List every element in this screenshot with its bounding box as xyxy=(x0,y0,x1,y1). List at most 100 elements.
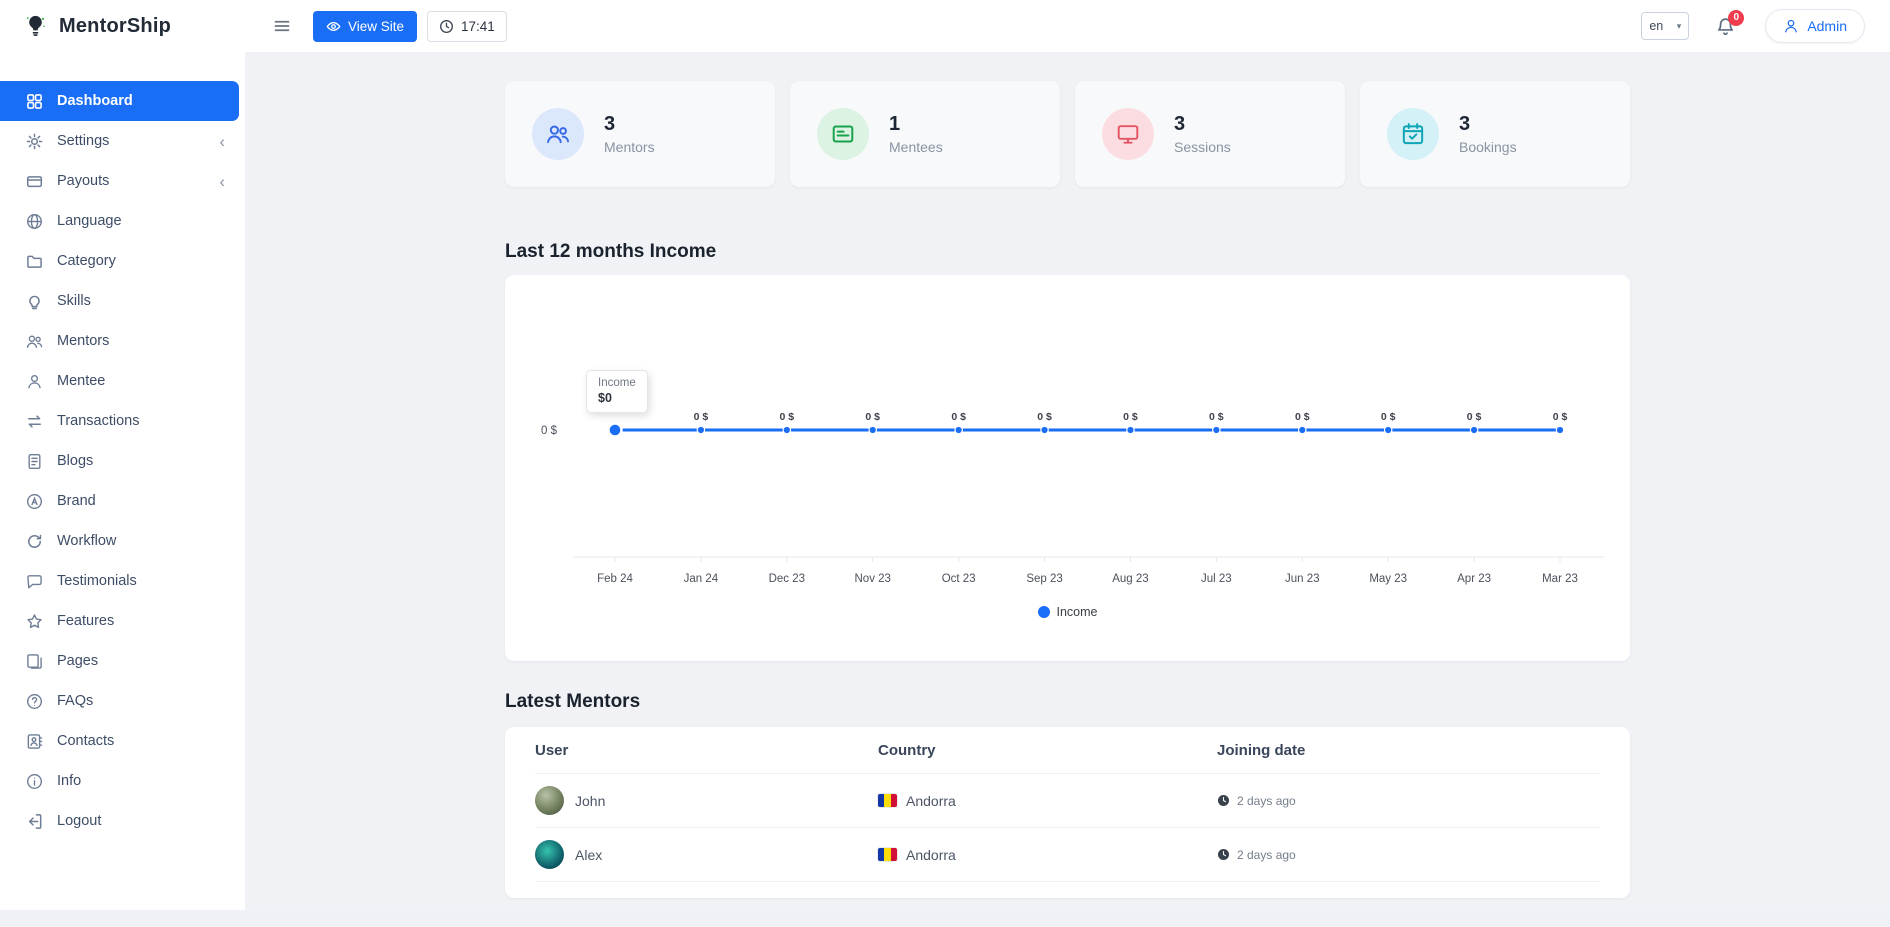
latest-mentors-card: UserCountryJoining date JohnAndorra2 day… xyxy=(505,727,1630,898)
sidebar-item-label: Language xyxy=(57,213,122,229)
topbar-main: View Site 17:41 en ▾ 0 Admin xyxy=(245,0,1890,53)
sidebar-item-label: Transactions xyxy=(57,413,139,429)
folder-icon xyxy=(26,253,43,270)
sidebar-item-mentee[interactable]: Mentee xyxy=(0,361,245,401)
contact-icon xyxy=(26,733,43,750)
stat-value: 3 xyxy=(1459,113,1517,136)
monitor-icon xyxy=(1102,108,1154,160)
svg-text:0 $: 0 $ xyxy=(951,411,966,423)
joining-date: 2 days ago xyxy=(1237,848,1296,862)
tooltip-series-name: Income xyxy=(598,377,636,389)
sidebar-item-label: Pages xyxy=(57,653,98,669)
stat-card-mentees: 1Mentees xyxy=(790,81,1060,187)
mentor-avatar xyxy=(535,786,564,815)
globe-icon xyxy=(26,213,43,230)
sidebar-item-logout[interactable]: Logout xyxy=(0,801,245,841)
sidebar-item-label: Blogs xyxy=(57,453,93,469)
svg-text:Aug 23: Aug 23 xyxy=(1112,573,1148,585)
sidebar-item-payouts[interactable]: Payouts‹ xyxy=(0,161,245,201)
stat-label: Mentors xyxy=(604,139,655,155)
language-value: en xyxy=(1649,19,1663,33)
income-line-chart-svg: 0 $0 $0 $0 $0 $0 $0 $0 $0 $0 $0 $0 $Feb … xyxy=(505,275,1630,661)
sidebar-item-mentors[interactable]: Mentors xyxy=(0,321,245,361)
sidebar-item-info[interactable]: Info xyxy=(0,761,245,801)
sidebar-item-testimonials[interactable]: Testimonials xyxy=(0,561,245,601)
time-value: 17:41 xyxy=(461,19,495,34)
mentor-name: John xyxy=(575,793,605,809)
mentor-name: Alex xyxy=(575,847,602,863)
sidebar-item-transactions[interactable]: Transactions xyxy=(0,401,245,441)
chevron-left-icon: ‹ xyxy=(219,133,225,150)
legend-label: Income xyxy=(1057,605,1098,619)
stats-row: 3 Mentors 1Mentees3Sessions3 Bookings xyxy=(505,81,1630,187)
time-display: 17:41 xyxy=(427,11,507,42)
brand-icon xyxy=(26,493,43,510)
sidebar-item-label: Testimonials xyxy=(57,573,137,589)
sidebar-item-label: Info xyxy=(57,773,81,789)
sidebar-item-skills[interactable]: Skills xyxy=(0,281,245,321)
question-icon xyxy=(26,693,43,710)
sidebar-item-workflow[interactable]: Workflow xyxy=(0,521,245,561)
svg-text:Feb 24: Feb 24 xyxy=(597,573,633,585)
sidebar-item-features[interactable]: Features xyxy=(0,601,245,641)
bulb-icon xyxy=(26,293,43,310)
stat-card-bookings: 3 Bookings xyxy=(1360,81,1630,187)
stat-label: Sessions xyxy=(1174,139,1231,155)
svg-text:0 $: 0 $ xyxy=(1381,411,1396,423)
stat-label: Bookings xyxy=(1459,139,1517,155)
stat-card-sessions: 3Sessions xyxy=(1075,81,1345,187)
eye-icon xyxy=(326,19,341,34)
svg-text:0 $: 0 $ xyxy=(1123,411,1138,423)
sidebar-item-blogs[interactable]: Blogs xyxy=(0,441,245,481)
chart-legend-item[interactable]: Income xyxy=(505,605,1630,619)
column-header-country: Country xyxy=(878,742,1217,759)
mentors-section-title: Latest Mentors xyxy=(505,691,1630,713)
column-header-user: User xyxy=(535,742,878,759)
svg-text:Jan 24: Jan 24 xyxy=(684,573,719,585)
svg-text:Jul 23: Jul 23 xyxy=(1201,573,1232,585)
income-section-title: Last 12 months Income xyxy=(505,241,1630,263)
person-icon xyxy=(26,373,43,390)
svg-text:Oct 23: Oct 23 xyxy=(942,573,976,585)
svg-text:Sep 23: Sep 23 xyxy=(1026,573,1062,585)
svg-text:0 $: 0 $ xyxy=(1209,411,1224,423)
brand-logo[interactable]: MentorShip xyxy=(0,0,245,53)
sidebar-item-pages[interactable]: Pages xyxy=(0,641,245,681)
sidebar-item-settings[interactable]: Settings‹ xyxy=(0,121,245,161)
svg-text:Apr 23: Apr 23 xyxy=(1457,573,1491,585)
sidebar-item-label: FAQs xyxy=(57,693,93,709)
sidebar-item-category[interactable]: Category xyxy=(0,241,245,281)
legend-marker-icon xyxy=(1038,606,1050,618)
svg-text:Dec 23: Dec 23 xyxy=(769,573,805,585)
chat-icon xyxy=(26,573,43,590)
people-icon xyxy=(26,333,43,350)
sidebar-item-label: Brand xyxy=(57,493,96,509)
admin-menu-button[interactable]: Admin xyxy=(1765,9,1865,43)
notifications-button[interactable]: 0 xyxy=(1716,17,1735,36)
sidebar-toggle-button[interactable] xyxy=(273,17,291,35)
mentors-table-header: UserCountryJoining date xyxy=(535,727,1600,774)
sidebar-item-dashboard[interactable]: Dashboard xyxy=(0,81,239,121)
info-icon xyxy=(26,773,43,790)
sidebar-item-language[interactable]: Language xyxy=(0,201,245,241)
sidebar-item-label: Mentors xyxy=(57,333,109,349)
topbar: MentorShip View Site 17:41 en ▾ 0 Admin xyxy=(0,0,1890,53)
sidebar-item-label: Workflow xyxy=(57,533,116,549)
view-site-button[interactable]: View Site xyxy=(313,11,417,42)
admin-label: Admin xyxy=(1807,18,1847,34)
svg-text:0 $: 0 $ xyxy=(780,411,795,423)
income-chart-card: 0 $0 $0 $0 $0 $0 $0 $0 $0 $0 $0 $0 $Feb … xyxy=(505,275,1630,661)
grid-icon xyxy=(26,93,43,110)
joining-date: 2 days ago xyxy=(1237,794,1296,808)
sidebar-item-brand[interactable]: Brand xyxy=(0,481,245,521)
mentor-avatar xyxy=(535,840,564,869)
language-select[interactable]: en ▾ xyxy=(1641,12,1689,40)
sidebar-item-faqs[interactable]: FAQs xyxy=(0,681,245,721)
id_card-icon xyxy=(817,108,869,160)
sidebar-item-contacts[interactable]: Contacts xyxy=(0,721,245,761)
sidebar-item-label: Mentee xyxy=(57,373,105,389)
sidebar-item-label: Dashboard xyxy=(57,93,133,109)
gear-icon xyxy=(26,133,43,150)
svg-text:Nov 23: Nov 23 xyxy=(855,573,891,585)
svg-text:0 $: 0 $ xyxy=(1467,411,1482,423)
